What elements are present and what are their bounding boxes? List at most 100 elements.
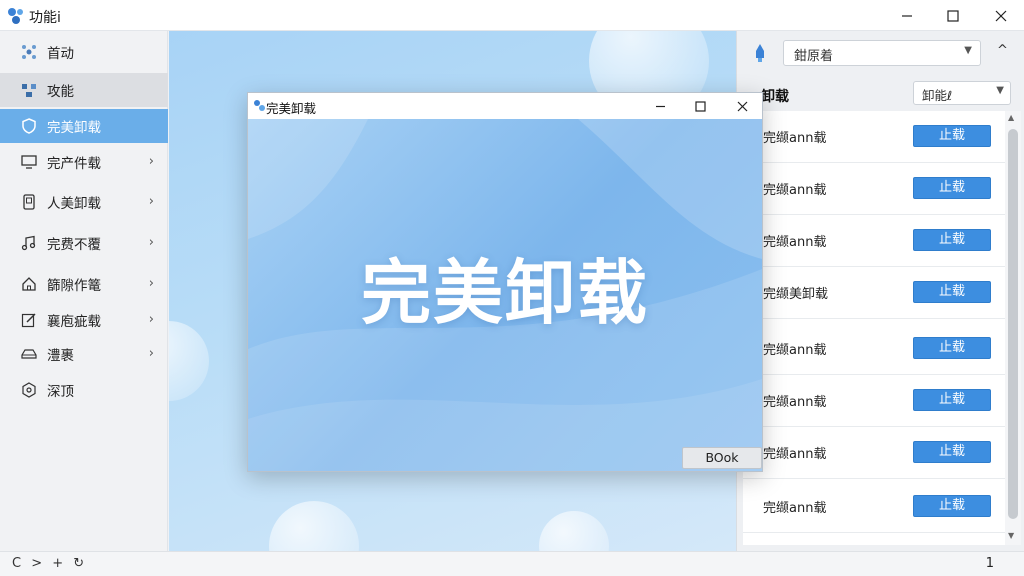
maximize-icon	[947, 9, 959, 22]
chevron-right-icon: ›	[148, 276, 154, 291]
app-logo-icon	[8, 8, 23, 24]
music-icon	[20, 234, 38, 252]
minimize-icon	[902, 14, 912, 17]
dialog-title: 完美卸载	[266, 101, 317, 116]
list-item: 完缬ann载 止载	[743, 375, 1005, 427]
sidebar-item-label: 首动	[47, 46, 74, 62]
program-name: 完缬ann载	[763, 447, 827, 462]
chevron-down-icon: ▼	[996, 85, 1004, 96]
tablet-icon	[20, 193, 38, 211]
nodes-icon	[20, 81, 38, 99]
dialog-ok-button[interactable]: BOok	[682, 447, 762, 469]
settings-hex-icon	[20, 381, 38, 399]
right-panel: 鉗原着 ▼ ^ 卸载 卸能ℓ ▼ 完缬ann载 止载 完缬ann载 止载 完缬a…	[736, 31, 1024, 551]
sidebar-item-7[interactable]: 襄庖疵载 ›	[0, 303, 168, 337]
bottom-tools[interactable]: C > + ↻	[12, 556, 87, 571]
dialog-close-button[interactable]	[722, 93, 762, 119]
program-name: 完缬ann载	[763, 343, 827, 358]
scroll-up-icon[interactable]: ▲	[1008, 113, 1014, 122]
chevron-right-icon: ›	[148, 235, 154, 250]
filter-select[interactable]: 卸能ℓ ▼	[913, 81, 1011, 105]
title-bar: 功能ⅰ	[0, 0, 1024, 31]
sidebar-item-5[interactable]: 完费不覆 ›	[0, 226, 168, 260]
chevron-right-icon: ›	[148, 194, 154, 209]
uninstall-button[interactable]: 止载	[913, 229, 991, 251]
sidebar-item-label: 完费不覆	[47, 237, 101, 253]
list-header-label: 卸载	[761, 89, 789, 105]
list-item: 完缬ann载 止载	[743, 427, 1005, 479]
sidebar-item-8[interactable]: 澧裹 ›	[0, 337, 168, 371]
chevron-right-icon: ›	[148, 346, 154, 361]
program-name: 完缬ann载	[763, 131, 827, 146]
network-icon	[20, 43, 38, 61]
program-list: 完缬ann载 止载 完缬ann载 止载 完缬ann载 止载 完缬美卸载 止载 完…	[743, 111, 1005, 545]
filter-select-value: 卸能ℓ	[922, 88, 953, 103]
source-select[interactable]: 鉗原着 ▼ ^	[783, 40, 1021, 66]
list-scrollbar[interactable]: ▲ ▼	[1005, 111, 1021, 545]
dialog-minimize-button[interactable]	[640, 93, 680, 119]
scroll-down-icon[interactable]: ▼	[1008, 531, 1014, 540]
edit-icon	[20, 311, 38, 329]
dialog-body: 完美卸载 BOok	[248, 119, 762, 471]
sidebar-item-label: 篩隙作篭	[47, 278, 101, 294]
sidebar-item-2[interactable]: 完美卸载	[0, 109, 168, 143]
drive-icon	[20, 345, 38, 363]
sidebar: 首动 攻能 完美卸载 完产件载 › 人美卸载 › 完费不覆 › 篩隙作篭 › 襄…	[0, 31, 168, 551]
minimize-icon	[655, 105, 665, 107]
program-name: 完缬ann载	[763, 395, 827, 410]
close-button[interactable]	[978, 0, 1024, 31]
uninstall-button[interactable]: 止载	[913, 125, 991, 147]
program-name: 完缬ann载	[763, 501, 827, 516]
app-title: 功能ⅰ	[29, 10, 61, 26]
list-item: 完缬美卸载 止载	[743, 267, 1005, 319]
sidebar-item-4[interactable]: 人美卸载 ›	[0, 185, 168, 219]
uninstall-button[interactable]: 止载	[913, 177, 991, 199]
chevron-down-icon: ▼	[964, 45, 972, 56]
minimize-button[interactable]	[884, 0, 930, 31]
program-name: 完缬ann载	[763, 235, 827, 250]
sidebar-item-3[interactable]: 完产件载 ›	[0, 145, 168, 179]
list-header: 卸载 卸能ℓ ▼	[737, 79, 1011, 109]
sidebar-item-6[interactable]: 篩隙作篭 ›	[0, 267, 168, 301]
sidebar-item-label: 完美卸载	[47, 120, 101, 136]
uninstall-button[interactable]: 止载	[913, 441, 991, 463]
sidebar-item-9[interactable]: 深顶	[0, 373, 168, 407]
dialog-title-bar: 完美卸载	[248, 93, 762, 119]
uninstall-button[interactable]: 止载	[913, 495, 991, 517]
source-select-box[interactable]: 鉗原着 ▼	[783, 40, 981, 66]
dialog-logo-icon	[254, 100, 265, 111]
uninstall-dialog: 完美卸载 完美卸载 BOok	[247, 92, 763, 472]
maximize-button[interactable]	[930, 0, 976, 31]
list-item: 完缬ann载 止载	[743, 111, 1005, 163]
shield-icon	[20, 117, 38, 135]
sidebar-item-label: 完产件载	[47, 156, 101, 172]
dialog-heading: 完美卸载	[361, 252, 649, 334]
page-number: 1	[985, 556, 994, 571]
chevron-right-icon: ›	[148, 154, 154, 169]
decor-bubble	[539, 511, 609, 551]
program-name: 完缬美卸载	[763, 287, 829, 302]
sidebar-item-label: 澧裹	[47, 348, 74, 364]
dialog-maximize-button[interactable]	[680, 93, 720, 119]
chevron-right-icon: ›	[148, 312, 154, 327]
status-bar: C > + ↻ 1	[0, 551, 1024, 576]
sidebar-item-label: 人美卸载	[47, 196, 101, 212]
list-item: 完缬ann载 止载	[743, 481, 1005, 533]
list-item: 完缬ann载 止载	[743, 215, 1005, 267]
close-icon	[737, 101, 747, 111]
sidebar-item-1[interactable]: 攻能	[0, 73, 168, 107]
monitor-icon	[20, 153, 38, 171]
chevron-up-icon[interactable]: ^	[997, 43, 1008, 58]
rocket-icon	[756, 44, 764, 62]
uninstall-button[interactable]: 止载	[913, 389, 991, 411]
home-icon	[20, 275, 38, 293]
close-icon	[995, 10, 1007, 21]
sidebar-item-label: 攻能	[47, 84, 74, 100]
scrollbar-thumb[interactable]	[1008, 129, 1018, 519]
source-select-value: 鉗原着	[794, 49, 834, 64]
uninstall-button[interactable]: 止载	[913, 337, 991, 359]
uninstall-button[interactable]: 止载	[913, 281, 991, 303]
program-name: 完缬ann载	[763, 183, 827, 198]
decor-bubble	[169, 321, 209, 401]
sidebar-item-0[interactable]: 首动	[0, 35, 168, 69]
